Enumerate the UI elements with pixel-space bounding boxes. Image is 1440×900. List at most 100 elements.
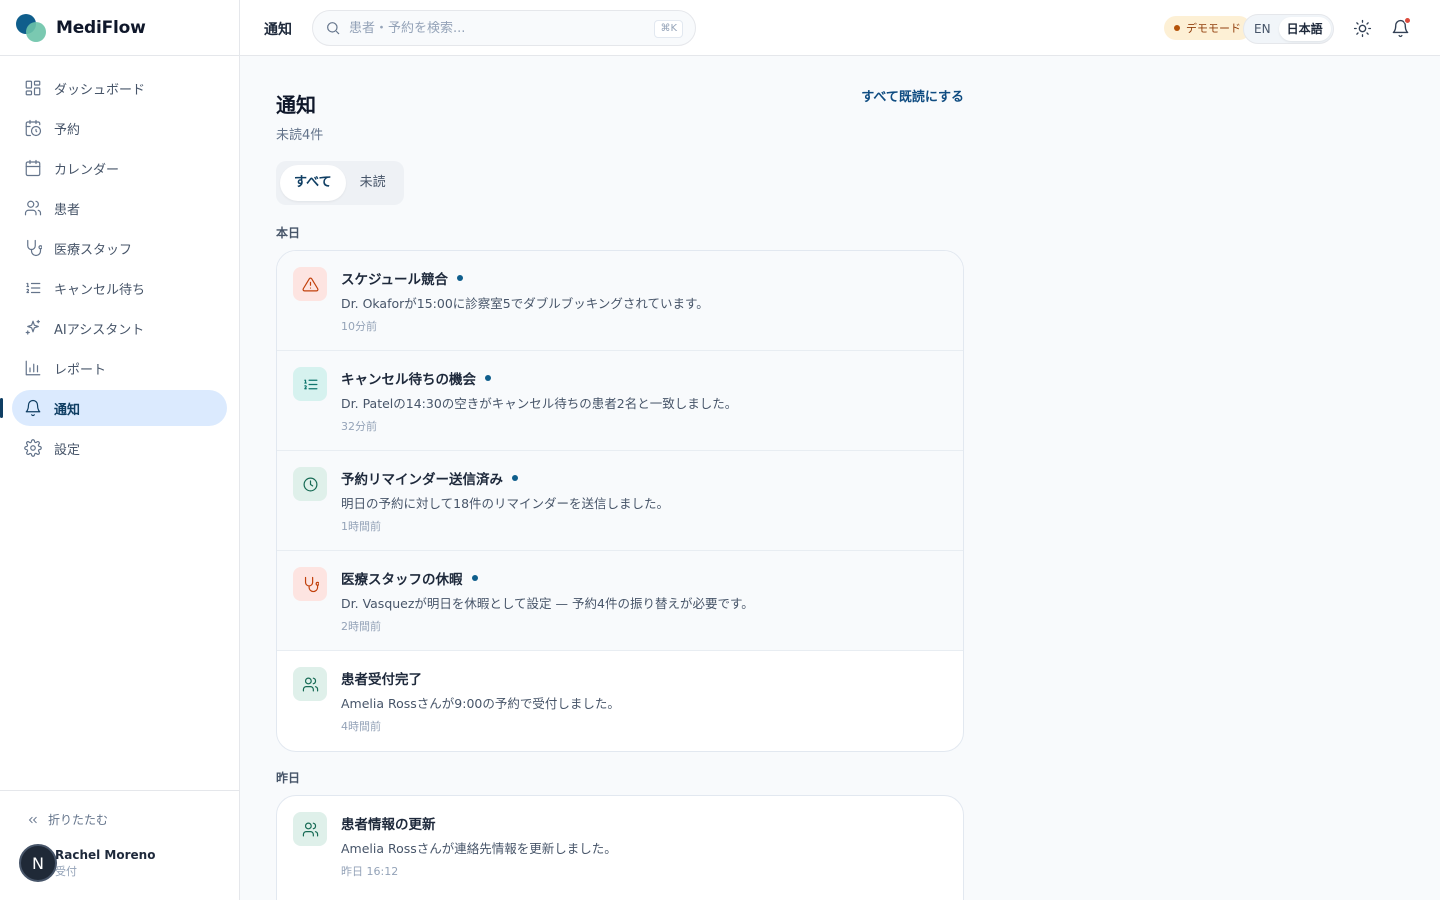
sidebar-item-label: カレンダー	[54, 162, 120, 178]
bar-chart-icon	[24, 359, 42, 377]
brand-name: MediFlow	[56, 17, 146, 38]
sparkles-icon	[24, 319, 42, 337]
notification-title: 医療スタッフの休暇	[341, 568, 478, 588]
notification-time: 2時間前	[341, 620, 381, 633]
notification-body: 明日の予約に対して18件のリマインダーを送信しました。	[341, 496, 670, 511]
notification-item[interactable]: 医療スタッフの休暇 Dr. Vasquezが明日を休暇として設定 — 予約4件の…	[277, 551, 963, 651]
lang-option-en[interactable]: EN	[1246, 17, 1279, 41]
notification-item[interactable]: 患者受付完了 Amelia Rossさんが9:00の予約で受付しました。 4時間…	[277, 651, 963, 751]
notification-title-text: 患者情報の更新	[341, 817, 436, 833]
notification-time: 1時間前	[341, 520, 381, 533]
notification-time: 4時間前	[341, 720, 381, 733]
notification-body: Dr. Vasquezが明日を休暇として設定 — 予約4件の振り替えが必要です。	[341, 596, 754, 611]
list-ordered-icon	[24, 279, 42, 297]
calendar-clock-icon	[24, 119, 42, 137]
chevrons-left-icon	[28, 816, 37, 823]
tab-unread[interactable]: 未読	[346, 165, 400, 201]
search-box[interactable]: ⌘K	[312, 10, 696, 46]
unread-dot	[471, 575, 478, 581]
sidebar-item-ai-assistant[interactable]: AIアシスタント	[12, 310, 227, 346]
notification-body: Dr. Okaforが15:00に診察室5でダブルブッキングされています。	[341, 296, 709, 311]
notification-title: 患者受付完了	[341, 668, 422, 688]
language-switcher: EN 日本語	[1243, 14, 1334, 44]
unread-dot	[485, 375, 491, 381]
user-profile[interactable]: N Rachel Moreno 受付	[0, 828, 239, 882]
sidebar-item-label: レポート	[54, 362, 107, 378]
notifications-button[interactable]	[1388, 16, 1412, 40]
notification-body: Amelia Rossさんが連絡先情報を更新しました。	[341, 841, 617, 856]
users-icon	[293, 812, 327, 846]
notification-body: Amelia Rossさんが9:00の予約で受付しました。	[341, 696, 620, 711]
page-title: 通知	[276, 93, 316, 117]
notification-list-yesterday: 患者情報の更新 Amelia Rossさんが連絡先情報を更新しました。 昨日 1…	[276, 795, 964, 900]
notification-item[interactable]: 予約リマインダー送信済み 明日の予約に対して18件のリマインダーを送信しました。…	[277, 451, 963, 551]
users-icon	[293, 667, 327, 701]
stethoscope-icon	[24, 239, 42, 257]
sun-icon	[1353, 19, 1371, 37]
lang-option-ja[interactable]: 日本語	[1278, 17, 1331, 41]
notification-title-text: スケジュール競合	[341, 272, 449, 288]
sidebar-item-calendar[interactable]: カレンダー	[12, 150, 227, 186]
notification-list-today: スケジュール競合 Dr. Okaforが15:00に診察室5でダブルブッキングさ…	[276, 250, 964, 752]
sidebar-footer: 折りたたむ N Rachel Moreno 受付	[0, 790, 239, 900]
unread-dot	[457, 275, 464, 281]
users-icon	[24, 199, 42, 217]
sidebar-item-patients[interactable]: 患者	[12, 190, 227, 226]
notification-title: キャンセル待ちの機会	[341, 368, 491, 388]
notification-title: 予約リマインダー送信済み	[341, 468, 518, 488]
list-ordered-icon	[293, 367, 327, 401]
sidebar-item-label: AIアシスタント	[54, 322, 145, 338]
clock-icon	[293, 467, 327, 501]
demo-mode-badge: デモモード	[1164, 16, 1251, 40]
notification-title: スケジュール競合	[341, 268, 464, 288]
sidebar-item-label: 医療スタッフ	[54, 242, 133, 258]
notification-time: 10分前	[341, 320, 377, 333]
avatar: N	[19, 844, 57, 882]
search-icon	[327, 22, 340, 35]
theme-toggle-button[interactable]	[1350, 16, 1374, 40]
brand[interactable]: MediFlow	[0, 0, 239, 56]
sidebar-item-label: 設定	[54, 442, 81, 458]
demo-mode-label: デモモード	[1186, 22, 1241, 35]
calendar-icon	[24, 159, 42, 177]
alert-triangle-icon	[293, 267, 327, 301]
filter-tabs: すべて 未読	[276, 161, 404, 205]
search-input[interactable]	[349, 20, 639, 36]
tab-all[interactable]: すべて	[280, 165, 346, 201]
brand-logo-icon	[16, 13, 46, 42]
sidebar-item-reports[interactable]: レポート	[12, 350, 227, 386]
sidebar-item-waitlist[interactable]: キャンセル待ち	[12, 270, 227, 306]
header-title: 通知	[264, 22, 292, 38]
notification-badge	[1404, 17, 1411, 24]
notification-item[interactable]: 患者情報の更新 Amelia Rossさんが連絡先情報を更新しました。 昨日 1…	[277, 796, 963, 896]
status-dot	[1174, 25, 1180, 31]
collapse-button[interactable]: 折りたたむ	[0, 791, 239, 828]
notification-time: 昨日 16:12	[341, 865, 399, 878]
group-label-today: 本日	[276, 226, 301, 240]
notification-title-text: 患者受付完了	[341, 672, 422, 688]
stethoscope-icon	[293, 567, 327, 601]
sidebar-item-staff[interactable]: 医療スタッフ	[12, 230, 227, 266]
dashboard-icon	[24, 79, 42, 97]
notification-title-text: 予約リマインダー送信済み	[341, 472, 503, 488]
sidebar-item-label: 通知	[54, 402, 81, 418]
group-label-yesterday: 昨日	[276, 771, 301, 785]
notification-time: 32分前	[341, 420, 377, 433]
sidebar-item-appointments[interactable]: 予約	[12, 110, 227, 146]
notification-title-text: キャンセル待ちの機会	[341, 372, 476, 388]
sidebar-item-settings[interactable]: 設定	[12, 430, 227, 466]
sidebar-item-label: 患者	[54, 202, 81, 218]
mark-all-read-link[interactable]: すべて既読にする	[861, 86, 964, 105]
sidebar-item-label: ダッシュボード	[54, 82, 146, 98]
user-role: 受付	[55, 864, 77, 878]
bell-icon	[24, 399, 42, 417]
unread-dot	[512, 475, 518, 481]
notification-item[interactable]: キャンセル待ちの機会 Dr. Patelの14:30の空きがキャンセル待ちの患者…	[277, 351, 963, 451]
user-name: Rachel Moreno	[55, 847, 156, 862]
sidebar-item-notifications[interactable]: 通知	[0, 390, 227, 426]
search-shortcut-hint: ⌘K	[654, 20, 683, 38]
notification-item[interactable]: スケジュール競合 Dr. Okaforが15:00に診察室5でダブルブッキングさ…	[277, 251, 963, 351]
gear-icon	[24, 439, 42, 457]
notification-title: 患者情報の更新	[341, 813, 436, 833]
sidebar-item-dashboard[interactable]: ダッシュボード	[12, 70, 227, 106]
